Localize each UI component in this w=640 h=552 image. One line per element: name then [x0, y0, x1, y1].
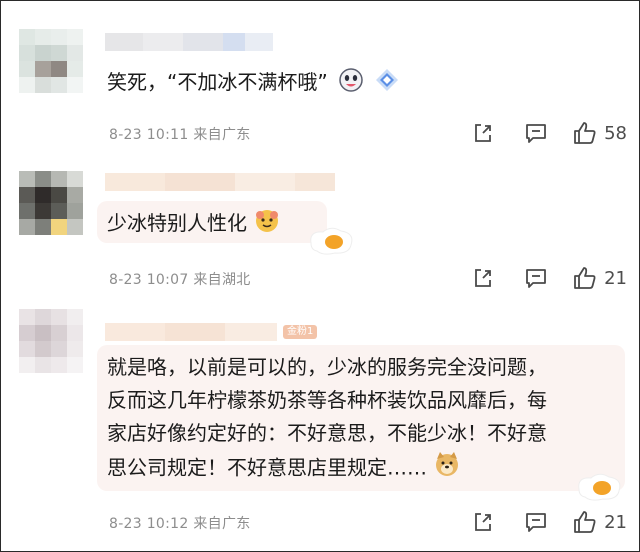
comment-actions: 58	[454, 121, 627, 145]
comment-date: 8-23 10:11	[109, 127, 189, 143]
username[interactable]	[105, 33, 273, 51]
thumbs-up-icon	[574, 122, 596, 144]
comment-item: 笑死，“不加冰不满杯哦” 8-23 10:11 来自广东 58	[1, 1, 639, 161]
comment-text: 就是咯，以前是可以的，少冰的服务完全没问题， 反而这几年柠檬茶奶茶等各种杯装饮品…	[97, 345, 625, 491]
comment-line: 反而这几年柠檬茶奶茶等各种杯装饮品风靡后，每	[107, 388, 547, 412]
username[interactable]	[105, 323, 277, 341]
comment-line: 思公司规定！不好意思店里规定……	[107, 450, 615, 488]
like-count: 58	[604, 122, 627, 144]
comment-actions: 21	[454, 510, 627, 534]
like-count: 21	[604, 511, 627, 533]
like-button[interactable]: 21	[572, 510, 627, 534]
comment-line: 就是咯，以前是可以的，少冰的服务完全没问题，	[107, 355, 547, 379]
comment-date: 8-23 10:07	[109, 272, 189, 288]
like-button[interactable]: 58	[572, 121, 627, 145]
fried-egg-sticker	[307, 223, 357, 261]
comment-text: 少冰特别人性化	[97, 201, 327, 243]
diamond-icon	[372, 65, 402, 102]
share-button[interactable]	[472, 267, 494, 289]
comment-date: 8-23 10:12	[109, 516, 189, 532]
share-icon	[475, 269, 491, 287]
comment-actions: 21	[454, 266, 627, 290]
fan-level-badge: 金粉1	[283, 325, 318, 339]
share-icon	[475, 513, 491, 531]
like-count: 21	[604, 267, 627, 289]
comment-item: 金粉1 就是咯，以前是可以的，少冰的服务完全没问题， 反而这几年柠檬茶奶茶等各种…	[1, 303, 639, 551]
thumbs-up-icon	[574, 267, 596, 289]
fried-egg-sticker	[575, 469, 625, 507]
avatar[interactable]	[19, 29, 83, 93]
share-icon	[475, 124, 491, 142]
comment-meta: 8-23 10:12 来自广东	[109, 513, 251, 533]
comment-location: 来自湖北	[193, 272, 251, 288]
comment-list: 笑死，“不加冰不满杯哦” 8-23 10:11 来自广东 58 少冰特别人性化 …	[0, 0, 640, 552]
flower-face-icon	[253, 207, 281, 242]
reply-button[interactable]	[524, 511, 548, 533]
share-button[interactable]	[472, 511, 494, 533]
reply-button[interactable]	[524, 267, 548, 289]
reply-button[interactable]	[524, 122, 548, 144]
like-button[interactable]: 21	[572, 266, 627, 290]
comment-icon	[526, 124, 546, 143]
comment-text: 笑死，“不加冰不满杯哦”	[97, 61, 417, 103]
username[interactable]	[105, 173, 335, 191]
comment-meta: 8-23 10:07 来自湖北	[109, 269, 251, 289]
comment-location: 来自广东	[193, 127, 251, 143]
comment-line: 家店好像约定好的：不好意思，不能少冰！不好意	[107, 421, 547, 445]
share-button[interactable]	[472, 122, 494, 144]
doge-icon	[433, 450, 461, 488]
laughing-face-icon	[338, 67, 364, 100]
avatar[interactable]	[19, 171, 83, 235]
thumbs-up-icon	[574, 511, 596, 533]
comment-icon	[526, 513, 546, 532]
comment-item: 少冰特别人性化 8-23 10:07 来自湖北 21	[1, 161, 639, 303]
comment-meta: 8-23 10:11 来自广东	[109, 124, 251, 144]
comment-icon	[526, 269, 546, 288]
comment-location: 来自广东	[193, 516, 251, 532]
avatar[interactable]	[19, 309, 83, 373]
